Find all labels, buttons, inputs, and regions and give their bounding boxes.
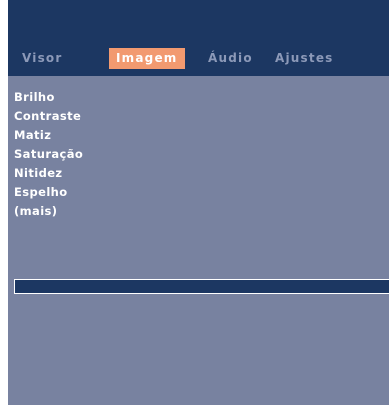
- menu-item-mais[interactable]: (mais): [14, 202, 57, 221]
- menu-item-nitidez[interactable]: Nitidez: [14, 164, 63, 183]
- tab-bar: Visor Imagem Áudio Ajustes: [8, 0, 389, 76]
- menu-item-matiz[interactable]: Matiz: [14, 126, 51, 145]
- tab-ajustes[interactable]: Ajustes: [275, 48, 334, 69]
- tab-visor[interactable]: Visor: [22, 48, 63, 69]
- tab-imagem[interactable]: Imagem: [109, 48, 185, 69]
- menu-item-espelho[interactable]: Espelho: [14, 183, 68, 202]
- menu-item-contraste[interactable]: Contraste: [14, 107, 81, 126]
- osd-menu-panel: Visor Imagem Áudio Ajustes Brilho Contra…: [8, 0, 389, 405]
- menu-item-brilho[interactable]: Brilho: [14, 88, 55, 107]
- tab-audio[interactable]: Áudio: [208, 48, 253, 69]
- menu-item-saturacao[interactable]: Saturação: [14, 145, 83, 164]
- adjustment-bar[interactable]: [14, 279, 389, 294]
